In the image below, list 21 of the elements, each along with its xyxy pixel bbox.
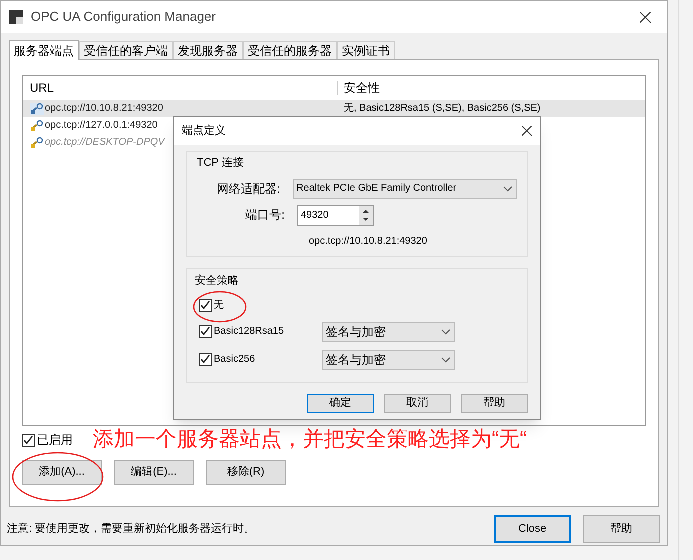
annotation-text: 添加一个服务器站点，并把安全策略选择为“无“ <box>93 427 527 454</box>
policy-label: Basic256 <box>213 353 256 367</box>
group-title: TCP 连接 <box>197 156 245 171</box>
dialog-title: 端点定义 <box>182 124 227 139</box>
spinner-value: 49320 <box>300 208 330 222</box>
policy-label: 无 <box>213 299 225 313</box>
dropdown-value: Realtek PCIe GbE Family Controller <box>296 182 458 196</box>
url-text: opc.tcp://10.10.8.21:49320 <box>45 102 164 116</box>
note-text: 注意: 要使用更改，需要重新初始化服务器运行时。 <box>7 522 256 537</box>
window-title: OPC UA Configuration Manager <box>31 8 216 26</box>
url-text: opc.tcp://10.10.8.21:49320 <box>309 234 428 248</box>
group-title: 安全策略 <box>195 274 240 289</box>
security-text: 无, Basic128Rsa15 (S,SE), Basic256 (S,SE) <box>343 102 541 116</box>
policy-label: Basic128Rsa15 <box>213 325 286 339</box>
url-text: opc.tcp://DESKTOP-DPQV <box>45 136 165 150</box>
field-label: 网络适配器: <box>216 180 282 198</box>
url-text: opc.tcp://127.0.0.1:49320 <box>45 119 158 133</box>
dropdown-value: 签名与加密 <box>326 324 387 340</box>
checkbox-label: 已启用 <box>37 432 73 449</box>
dropdown-value: 签名与加密 <box>326 352 387 368</box>
field-label: 端口号: <box>244 207 286 224</box>
